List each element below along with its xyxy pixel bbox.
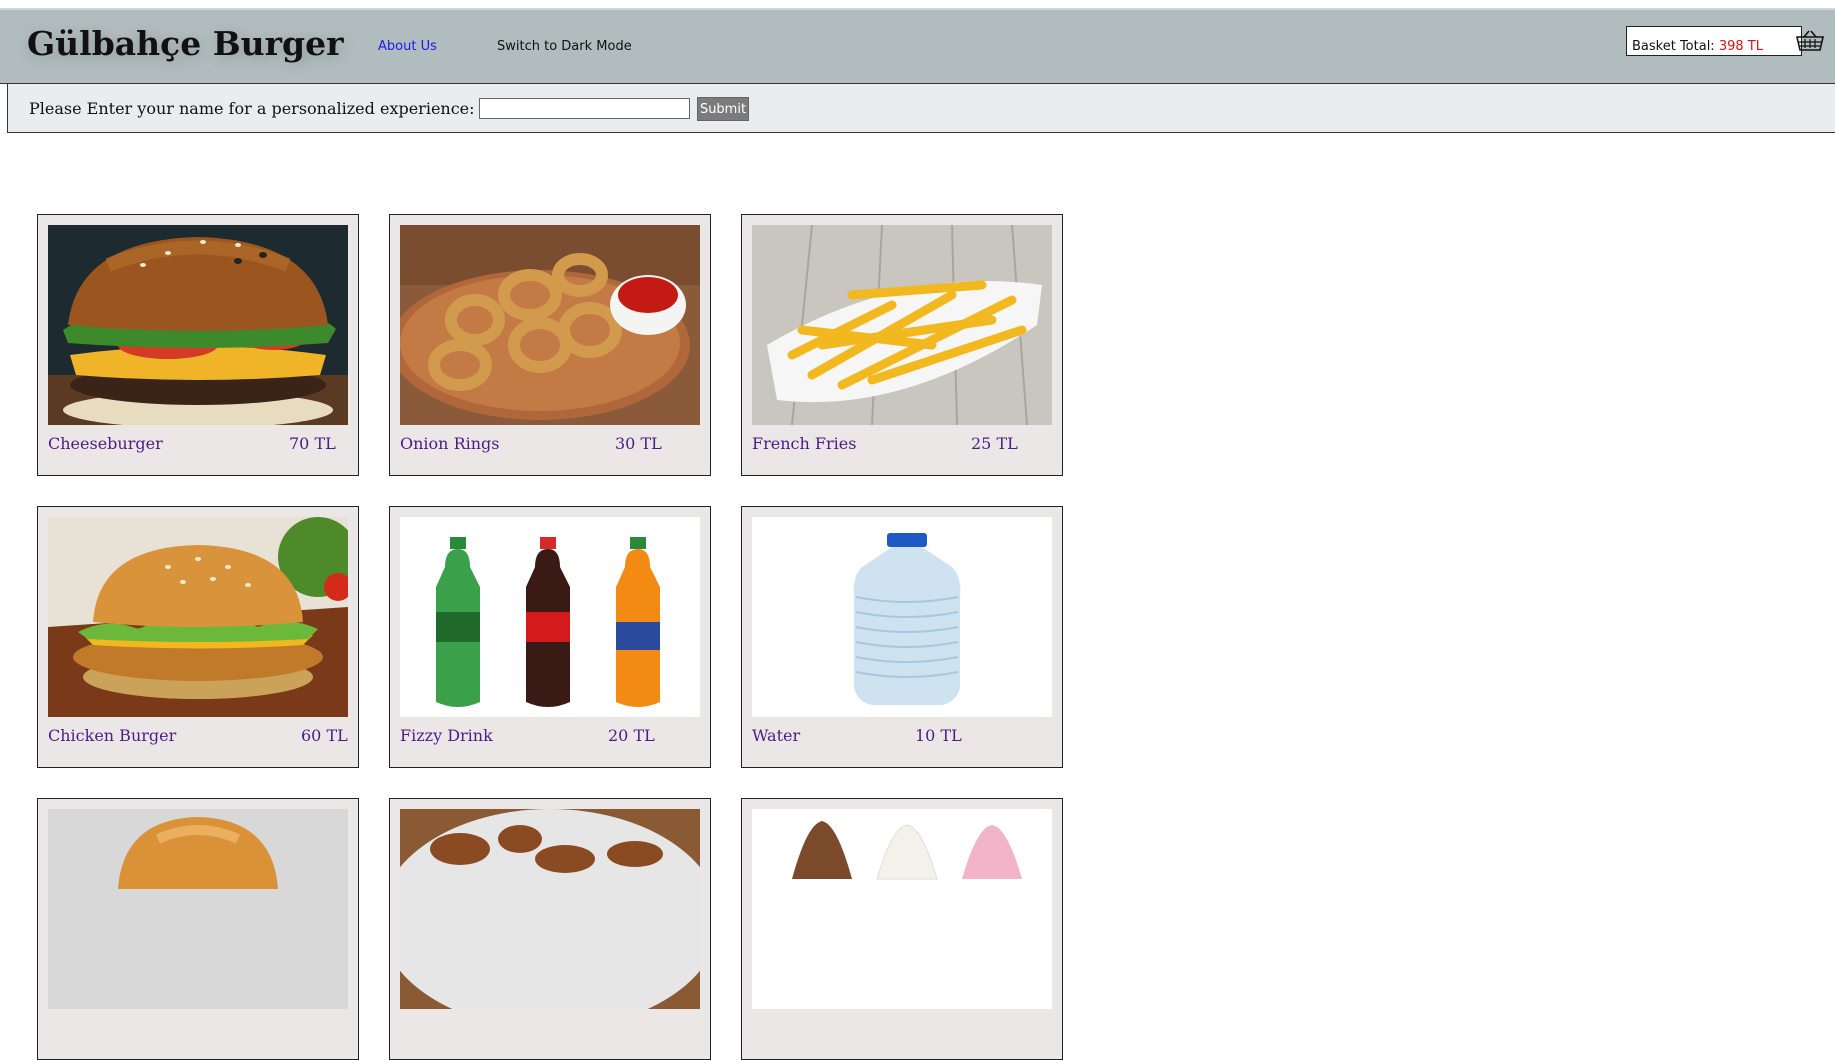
menu-item-price: 25 TL xyxy=(971,434,1018,453)
basket-icon[interactable] xyxy=(1795,29,1825,53)
site-header: Gülbahçe Burger About Us Switch to Dark … xyxy=(0,10,1835,84)
menu-item-name: Chicken Burger xyxy=(48,726,177,745)
onion-rings-image xyxy=(400,225,700,425)
menu-card-french-fries[interactable]: French Fries 25 TL xyxy=(741,214,1063,476)
cheeseburger-image xyxy=(48,225,348,425)
menu-item-price: 70 TL xyxy=(289,434,336,453)
basket-summary[interactable]: Basket Total: 398 TL xyxy=(1626,26,1825,56)
menu-item-name: Water xyxy=(752,726,801,745)
menu-item-name: French Fries xyxy=(752,434,857,453)
menu-item-name: Fizzy Drink xyxy=(400,726,493,745)
chicken-burger-image xyxy=(48,517,348,717)
menu-item-name: Onion Rings xyxy=(400,434,500,453)
about-us-link[interactable]: About Us xyxy=(378,39,437,54)
menu-item-price: 60 TL xyxy=(301,726,348,745)
submit-button[interactable]: Submit xyxy=(697,97,749,121)
menu-card-chicken-burger[interactable]: Chicken Burger 60 TL xyxy=(37,506,359,768)
basket-total-value: 398 TL xyxy=(1718,39,1763,54)
name-prompt-label: Please Enter your name for a personalize… xyxy=(29,99,475,118)
menu-card-cheeseburger[interactable]: Cheeseburger 70 TL xyxy=(37,214,359,476)
ice-cream-image xyxy=(752,809,1052,1009)
name-input[interactable] xyxy=(479,98,690,119)
menu-card-fizzy-drink[interactable]: Fizzy Drink 20 TL xyxy=(389,506,711,768)
menu-card-chicken-wings[interactable] xyxy=(389,798,711,1060)
basket-label: Basket Total: 398 TL xyxy=(1632,39,1763,54)
bun-burger-image xyxy=(48,809,348,1009)
fizzy-drink-image xyxy=(400,517,700,717)
basket-total-label: Basket Total: xyxy=(1632,39,1715,54)
menu-card-onion-rings[interactable]: Onion Rings 30 TL xyxy=(389,214,711,476)
name-prompt-bar: Please Enter your name for a personalize… xyxy=(7,83,1835,133)
dark-mode-toggle[interactable]: Switch to Dark Mode xyxy=(497,39,632,54)
chicken-wings-image xyxy=(400,809,700,1009)
water-bottle-image xyxy=(752,517,1052,717)
french-fries-image xyxy=(752,225,1052,425)
site-title: Gülbahçe Burger xyxy=(27,24,344,63)
menu-card-bun-burger[interactable] xyxy=(37,798,359,1060)
menu-item-price: 20 TL xyxy=(608,726,655,745)
menu-item-name: Cheeseburger xyxy=(48,434,163,453)
menu-item-price: 30 TL xyxy=(615,434,662,453)
menu-card-water[interactable]: Water 10 TL xyxy=(741,506,1063,768)
menu-item-price: 10 TL xyxy=(915,726,962,745)
menu-card-ice-cream[interactable] xyxy=(741,798,1063,1060)
